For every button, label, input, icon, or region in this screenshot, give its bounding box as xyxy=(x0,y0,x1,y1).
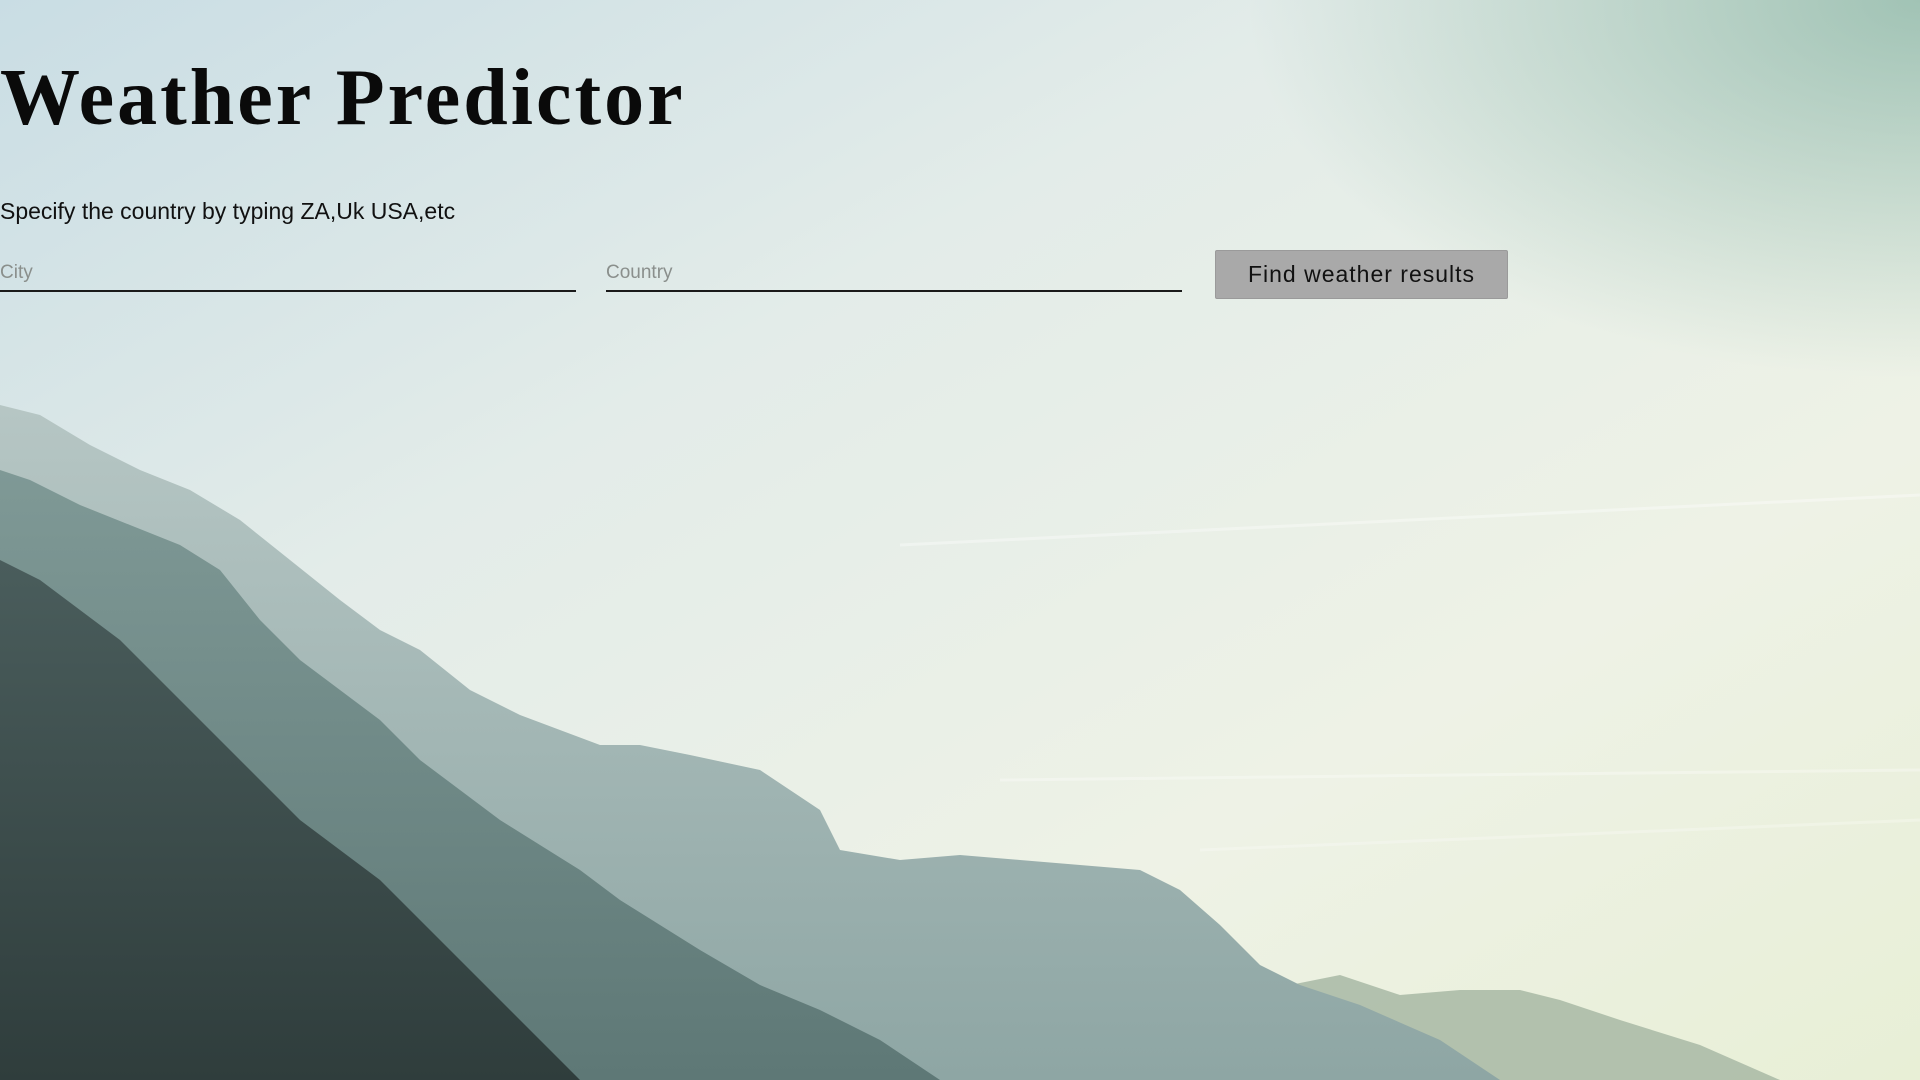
weather-form-page: Weather Predictor Specify the country by… xyxy=(0,0,1920,1080)
page-title: Weather Predictor xyxy=(0,54,686,142)
country-hint-text: Specify the country by typing ZA,Uk USA,… xyxy=(0,198,456,224)
city-input[interactable] xyxy=(0,256,576,292)
find-weather-button[interactable]: Find weather results xyxy=(1215,250,1508,299)
country-input[interactable] xyxy=(606,256,1182,292)
